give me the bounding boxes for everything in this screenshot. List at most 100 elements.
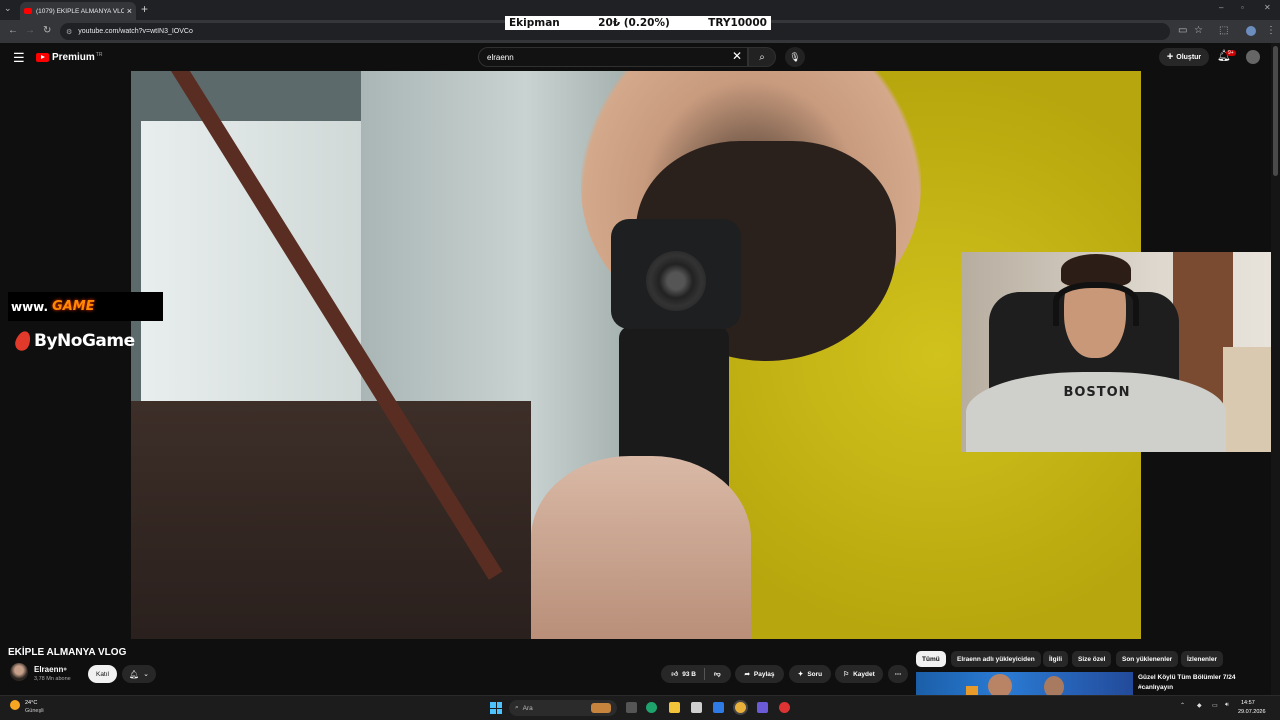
clock-date[interactable]: 29.07.2026 — [1238, 709, 1266, 715]
join-button[interactable]: Katıl — [88, 665, 117, 683]
chip-from-uploader[interactable]: Elraenn adlı yükleyiciden — [951, 651, 1041, 667]
webcam-body — [966, 372, 1226, 452]
weather-sun-icon[interactable] — [10, 700, 20, 710]
recommended-video-thumbnail[interactable] — [916, 672, 1133, 695]
create-label: Oluştur — [1176, 53, 1202, 61]
weather-temperature[interactable]: 24°C — [25, 700, 37, 706]
subscription-bell-button[interactable]: 🔔︎ ⌄ — [122, 665, 156, 683]
sparkle-icon: ✦ — [797, 671, 804, 678]
bookmark-icon: ⚐ — [843, 671, 850, 678]
minimize-icon[interactable]: – — [1219, 3, 1223, 12]
sponsor-banner-game: GAME — [52, 299, 95, 314]
ask-label: Soru — [807, 670, 823, 678]
save-label: Kaydet — [853, 670, 875, 678]
weather-description[interactable]: Güneşli — [25, 708, 44, 714]
new-tab-icon[interactable]: + — [141, 2, 148, 16]
close-window-icon[interactable]: ✕ — [1264, 3, 1271, 12]
video-title: EKİPLE ALMANYA VLOG — [8, 647, 127, 658]
streamer-webcam: BOSTON — [961, 252, 1280, 452]
chrome-icon[interactable] — [735, 702, 746, 713]
bynogame-text: ByNoGame — [34, 331, 135, 351]
chip-all[interactable]: Tümü — [916, 651, 946, 667]
profile-icon[interactable] — [1246, 26, 1256, 36]
donation-ticker: Ekipman 20₺ (0.20%) TRY10000 — [505, 16, 771, 30]
tray-chevron-icon[interactable]: ⌃ — [1180, 702, 1185, 709]
chip-related[interactable]: İlgili — [1043, 651, 1068, 667]
share-button[interactable]: ➦ Paylaş — [735, 665, 784, 683]
like-count: 93 B — [682, 670, 696, 678]
save-button[interactable]: ⚐ Kaydet — [835, 665, 883, 683]
ticker-change: 20₺ (0.20%) — [598, 17, 670, 29]
account-avatar[interactable] — [1246, 50, 1260, 64]
edge-browser-icon[interactable] — [646, 702, 657, 713]
browser-tab[interactable]: (1079) EKİPLE ALMANYA VLOG × — [20, 2, 136, 20]
browser-menu-icon[interactable]: ⋮ — [1266, 25, 1276, 36]
voice-search-mic-icon[interactable]: 🎙 — [785, 47, 805, 67]
scrollbar-thumb[interactable] — [1273, 46, 1278, 176]
windows-start-icon[interactable] — [490, 702, 502, 714]
more-icon: ⋯ — [894, 671, 902, 678]
tab-list-icon[interactable]: ⌄ — [4, 3, 12, 14]
thumbnail-graphic — [966, 686, 978, 695]
site-info-icon[interactable]: ⚙ — [66, 28, 72, 36]
ask-button[interactable]: ✦ Soru — [789, 665, 831, 683]
search-highlight-icon — [591, 703, 611, 713]
opera-icon[interactable] — [779, 702, 790, 713]
hamburger-menu-icon[interactable]: ☰ — [13, 50, 25, 66]
logo-text: Premium — [52, 52, 95, 63]
file-explorer-icon[interactable] — [669, 702, 680, 713]
channel-name[interactable]: Elraenn — [34, 665, 63, 674]
tab-title: (1079) EKİPLE ALMANYA VLOG — [36, 7, 124, 15]
video-scene-lens — [646, 251, 706, 311]
volume-icon[interactable]: 🔊︎ — [1225, 702, 1229, 709]
chip-recently-uploaded[interactable]: Son yüklenenler — [1116, 651, 1179, 667]
bynogame-logo: ByNoGame — [13, 329, 135, 353]
cast-icon[interactable]: ▭ — [1178, 25, 1187, 36]
network-icon[interactable]: ▭ — [1212, 702, 1218, 709]
like-dislike-pill: 👍︎ 93 B 👎︎ — [661, 665, 731, 683]
video-scene-window — [141, 121, 371, 421]
like-button[interactable]: 👍︎ 93 B — [671, 670, 696, 679]
chip-watched[interactable]: İzlenenler — [1181, 651, 1223, 667]
channel-avatar[interactable] — [10, 663, 28, 681]
subscriber-count: 3,78 Mn abone — [34, 676, 71, 682]
forward-icon[interactable]: → — [25, 25, 35, 36]
search-button[interactable]: ⌕ — [748, 47, 776, 67]
webcam-headset — [1053, 282, 1139, 326]
back-icon[interactable]: ← — [8, 25, 18, 36]
sponsor-banner: www. GAME — [8, 292, 163, 321]
sponsor-banner-prefix: www. — [11, 299, 49, 314]
tray-app-icon[interactable]: ◆ — [1197, 702, 1202, 709]
thumbnail-person-2 — [1044, 676, 1064, 695]
reload-icon[interactable]: ↻ — [43, 25, 51, 36]
video-scene-hand — [531, 456, 751, 639]
maximize-icon[interactable]: ▫ — [1241, 3, 1244, 12]
bynogame-mark-icon — [13, 329, 33, 353]
more-actions-button[interactable]: ⋯ — [888, 665, 908, 683]
webcam-shirt-text: BOSTON — [1063, 385, 1131, 400]
close-tab-icon[interactable]: × — [127, 6, 132, 16]
recommended-video-title[interactable]: Güzel Köylü Tüm Bölümler 7/24 #canlıyayı… — [1138, 673, 1248, 693]
youtube-premium-logo[interactable]: Premium TR — [36, 52, 102, 63]
clock-time[interactable]: 14:57 — [1241, 700, 1255, 706]
task-view-icon[interactable] — [626, 702, 637, 713]
share-icon: ➦ — [744, 671, 750, 678]
clear-search-icon[interactable]: ✕ — [732, 49, 742, 63]
bookmark-star-icon[interactable]: ☆ — [1194, 25, 1203, 36]
create-button[interactable]: + Oluştur — [1159, 48, 1209, 66]
dislike-button[interactable]: 👎︎ — [714, 670, 721, 678]
mail-icon[interactable] — [713, 702, 724, 713]
search-input[interactable]: elraenn — [478, 47, 748, 67]
youtube-favicon-icon — [24, 8, 32, 14]
search-value: elraenn — [487, 52, 514, 62]
chevron-down-icon: ⌄ — [143, 671, 150, 678]
windows-taskbar — [0, 695, 1280, 720]
ticker-label: Ekipman — [509, 17, 560, 29]
verified-check-icon: ● — [63, 666, 68, 673]
chip-for-you[interactable]: Size özel — [1072, 651, 1112, 667]
share-label: Paylaş — [753, 670, 775, 678]
store-icon[interactable] — [691, 702, 702, 713]
teams-icon[interactable] — [757, 702, 768, 713]
extensions-icon[interactable]: ⬚ — [1219, 25, 1228, 36]
taskbar-search-field[interactable]: ⌕ Ara — [509, 700, 617, 716]
